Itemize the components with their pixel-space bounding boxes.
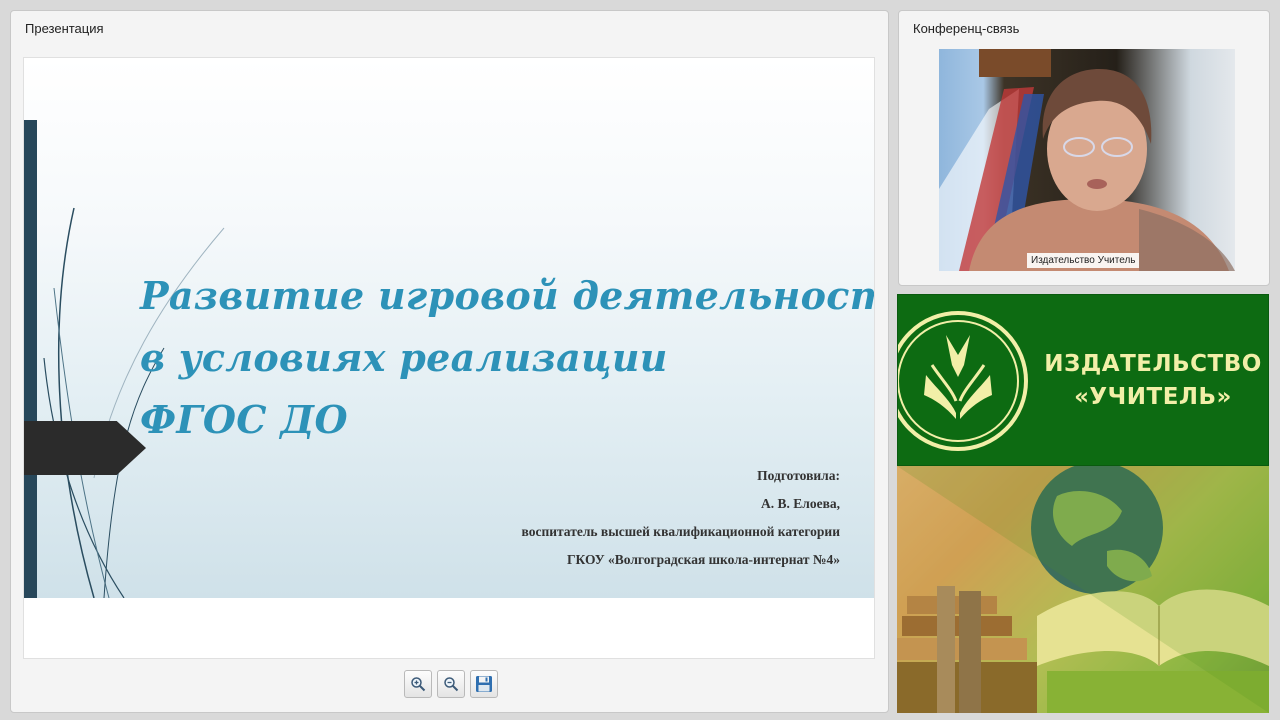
publisher-name-line-1: ИЗДАТЕЛЬСТВО bbox=[1044, 351, 1262, 377]
slide-credit-organization: ГКОУ «Волгоградская школа-интернат №4» bbox=[566, 552, 840, 567]
publisher-logo-icon bbox=[888, 311, 1028, 451]
slide-credit-position: воспитатель высшей квалификационной кате… bbox=[521, 524, 840, 539]
zoom-in-button[interactable] bbox=[404, 670, 432, 698]
participant-name-label: Издательство Учитель bbox=[1027, 253, 1140, 268]
save-icon bbox=[476, 676, 492, 692]
publisher-name-line-2: «УЧИТЕЛЬ» bbox=[1074, 384, 1232, 410]
participant-video[interactable]: Издательство Учитель bbox=[939, 49, 1235, 271]
slide-credit-prepared-by: Подготовила: bbox=[757, 468, 840, 483]
publisher-banner: ИЗДАТЕЛЬСТВО «УЧИТЕЛЬ» bbox=[888, 294, 1269, 466]
conference-panel-title: Конференц-связь bbox=[913, 21, 1020, 36]
slide-decorative-curves bbox=[43, 207, 225, 598]
slide-title-line-3: ФГОС ДО bbox=[140, 397, 348, 442]
zoom-out-button[interactable] bbox=[437, 670, 465, 698]
save-button[interactable] bbox=[470, 670, 498, 698]
books-globe-illustration bbox=[897, 466, 1269, 713]
zoom-in-icon bbox=[411, 677, 426, 692]
zoom-out-icon bbox=[444, 677, 459, 692]
presentation-panel: Презентация Развитие игровой деятельност… bbox=[10, 10, 889, 713]
presentation-slide: Развитие игровой деятельности в условиях… bbox=[23, 57, 875, 659]
slide-title-line-2: в условиях реализации bbox=[140, 335, 668, 380]
slide-credit-author: А. В. Елоева, bbox=[761, 496, 840, 511]
conference-panel: Конференц-связь Издательство Учитель bbox=[898, 10, 1270, 286]
slide-title-line-1: Развитие игровой деятельности bbox=[140, 273, 875, 318]
slide-accent-bar bbox=[24, 120, 37, 598]
presentation-panel-title: Презентация bbox=[25, 21, 104, 36]
books-globe-image bbox=[897, 466, 1269, 713]
participant-video-frame bbox=[939, 49, 1235, 271]
